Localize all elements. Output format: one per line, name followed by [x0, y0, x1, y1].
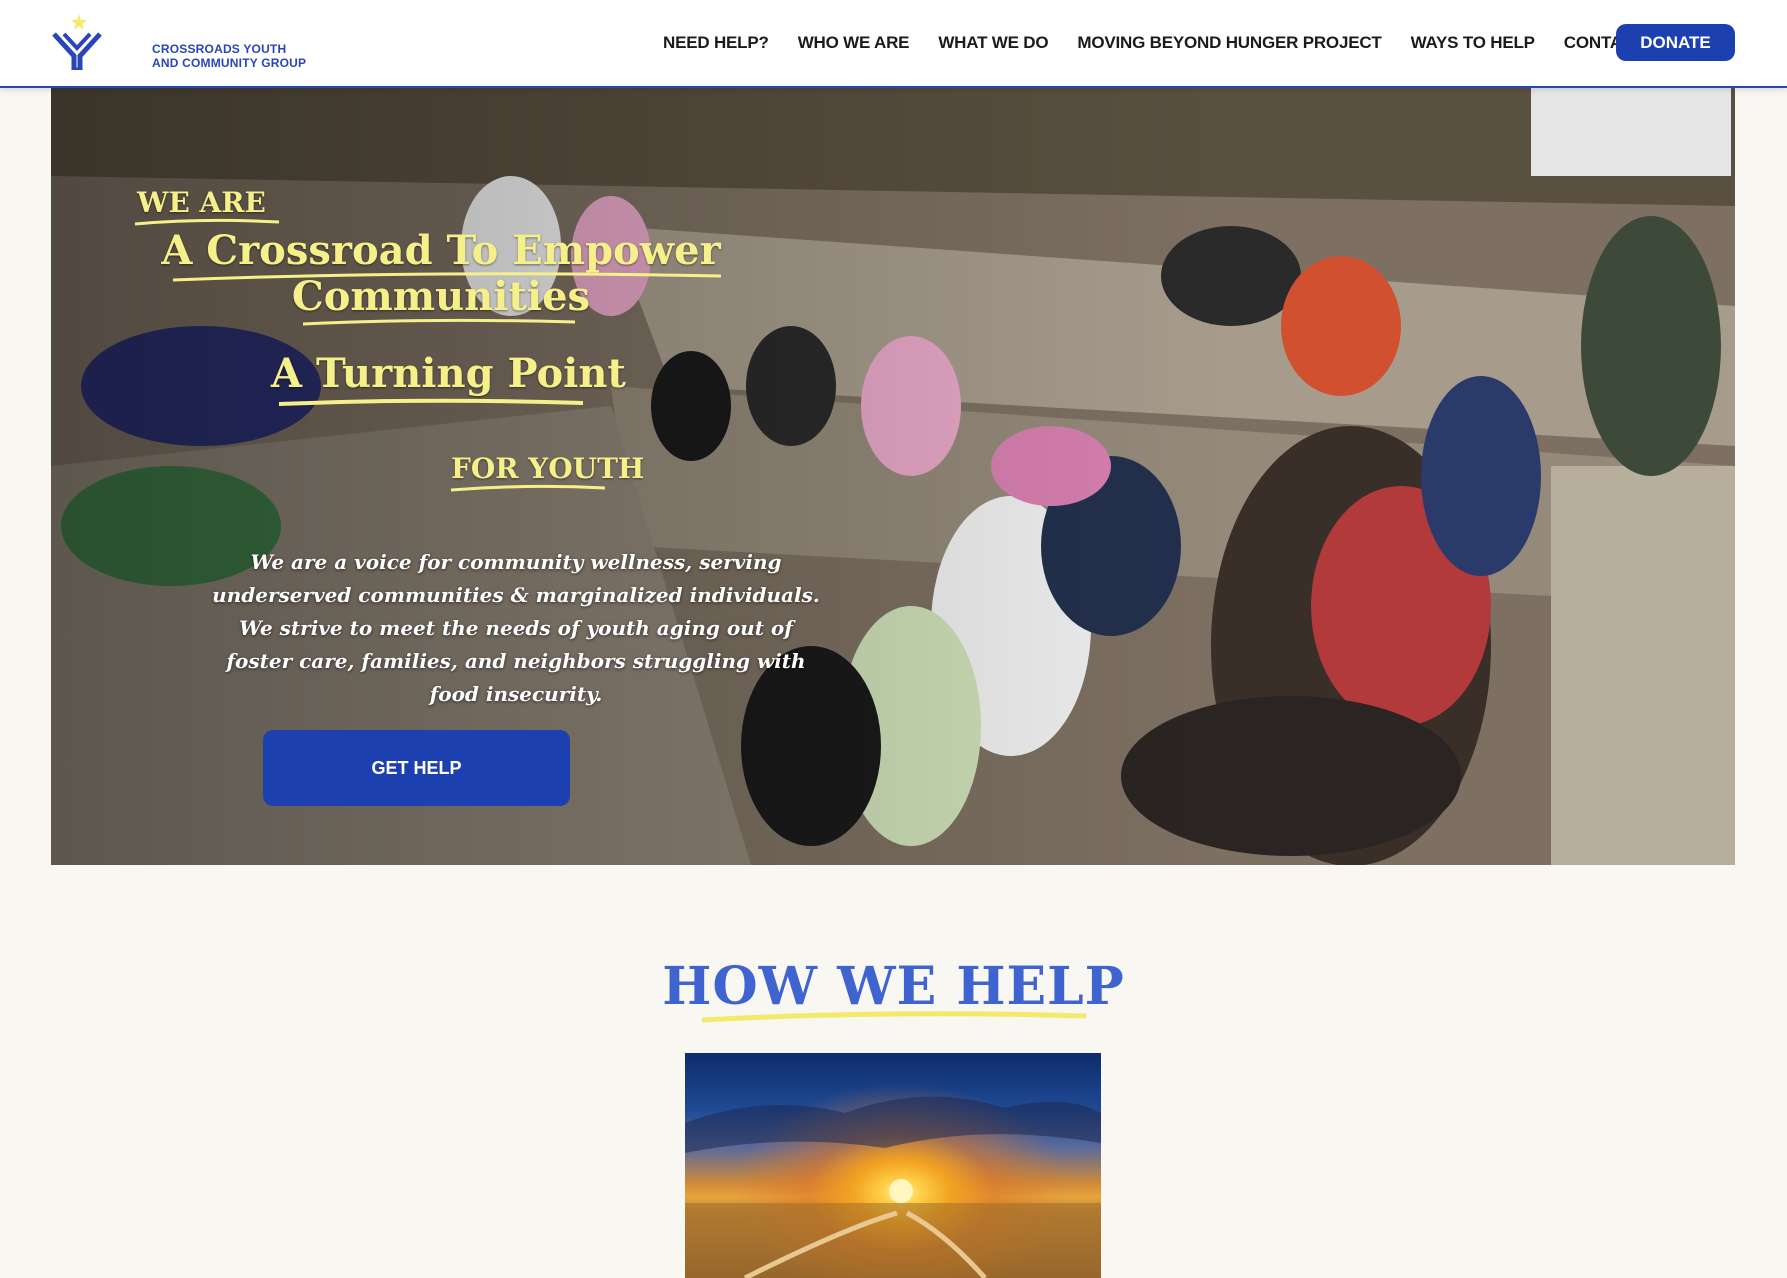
hero-section: WE ARE A Crossroad To Empower Communitie… [51, 86, 1735, 865]
sunset-illustration [685, 1096, 1101, 1278]
nav-what-we-do[interactable]: WHAT WE DO [938, 33, 1048, 53]
we-are-label: WE ARE [137, 186, 266, 219]
site-header: CROSSROADS YOUTH AND COMMUNITY GROUP NEE… [0, 0, 1787, 88]
donate-button[interactable]: DONATE [1616, 24, 1735, 61]
hero-description: We are a voice for community wellness, s… [212, 550, 820, 706]
logo[interactable]: CROSSROADS YOUTH AND COMMUNITY GROUP [52, 14, 306, 74]
nav-moving-beyond-hunger[interactable]: MOVING BEYOND HUNGER PROJECT [1077, 33, 1381, 53]
tagline-2-underline [278, 398, 584, 406]
how-we-help-underline [701, 1011, 1087, 1023]
logo-icon [52, 14, 102, 70]
logo-line-1: CROSSROADS YOUTH [152, 42, 287, 56]
for-youth-label: FOR YOUTH [451, 452, 645, 485]
hero-tagline-2: A Turning Point [271, 350, 626, 397]
nav-need-help[interactable]: NEED HELP? [663, 33, 769, 53]
main-nav: NEED HELP? WHO WE ARE WHAT WE DO MOVING … [663, 30, 1673, 56]
get-help-button[interactable]: GET HELP [263, 730, 570, 806]
tagline-1-underline [172, 272, 722, 326]
for-youth-underline [450, 484, 606, 492]
logo-text: CROSSROADS YOUTH AND COMMUNITY GROUP [152, 42, 322, 70]
sunset-image [685, 1053, 1101, 1278]
nav-ways-to-help[interactable]: WAYS TO HELP [1411, 33, 1535, 53]
nav-who-we-are[interactable]: WHO WE ARE [798, 33, 910, 53]
logo-line-2: AND COMMUNITY GROUP [152, 56, 307, 70]
